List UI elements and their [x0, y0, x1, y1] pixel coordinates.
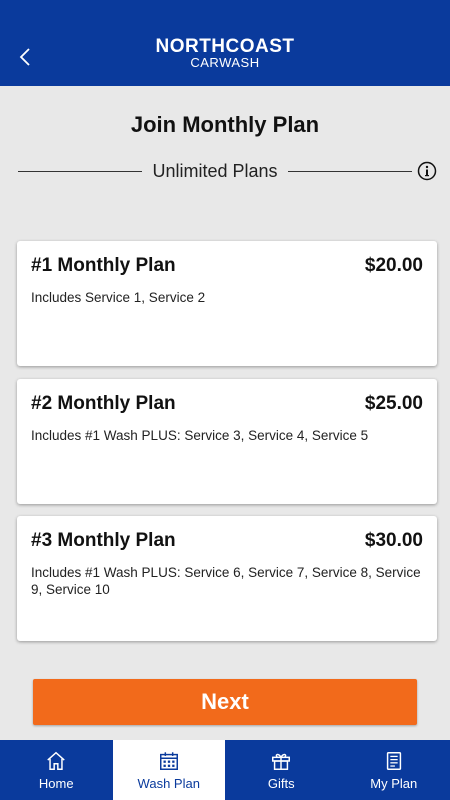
- gift-icon: [272, 753, 291, 770]
- divider-line: [287, 170, 412, 172]
- plan-description: Includes #1 Wash PLUS: Service 3, Servic…: [31, 428, 369, 443]
- page-title: Join Monthly Plan: [130, 112, 320, 137]
- info-icon: [417, 161, 437, 181]
- tab-label: Gifts: [267, 776, 295, 791]
- section-label: Unlimited Plans: [152, 160, 278, 181]
- section-header: Unlimited Plans: [18, 158, 438, 184]
- app-header: NORTHCOAST CARWASH: [0, 0, 450, 86]
- plan-price: $20.00: [364, 255, 423, 276]
- info-button[interactable]: [416, 160, 438, 182]
- brand-sub: CARWASH: [190, 55, 260, 70]
- plan-name: #3 Monthly Plan: [31, 530, 176, 551]
- plan-card-3[interactable]: #3 Monthly Plan $30.00 Includes #1 Wash …: [17, 516, 437, 641]
- plan-price: $30.00: [364, 530, 423, 551]
- calendar-icon: [159, 752, 178, 770]
- plan-price: $25.00: [364, 393, 423, 414]
- bottom-tab-bar: Home Wash Plan Gifts My Plan: [0, 740, 450, 800]
- plan-description: Includes #1 Wash PLUS: Service 6, Servic…: [31, 565, 421, 597]
- home-icon: [47, 751, 65, 770]
- tab-wash-plan[interactable]: Wash Plan: [112, 740, 225, 800]
- tab-label: Wash Plan: [137, 776, 200, 791]
- next-button[interactable]: Next: [33, 679, 417, 725]
- brand-logo: NORTHCOAST CARWASH: [0, 36, 450, 70]
- tab-gifts[interactable]: Gifts: [225, 740, 338, 800]
- divider-line: [18, 170, 143, 172]
- tab-label: Home: [38, 776, 74, 791]
- tab-label: My Plan: [370, 776, 418, 791]
- tab-my-plan[interactable]: My Plan: [338, 740, 450, 800]
- document-icon: [386, 752, 401, 770]
- tab-home[interactable]: Home: [0, 740, 113, 800]
- brand-main: NORTHCOAST: [155, 36, 295, 57]
- plan-description: Includes Service 1, Service 2: [31, 290, 206, 305]
- plan-card-1[interactable]: #1 Monthly Plan $20.00 Includes Service …: [17, 241, 437, 366]
- plan-card-2[interactable]: #2 Monthly Plan $25.00 Includes #1 Wash …: [17, 379, 437, 504]
- plan-name: #1 Monthly Plan: [31, 255, 176, 276]
- plan-name: #2 Monthly Plan: [31, 393, 176, 414]
